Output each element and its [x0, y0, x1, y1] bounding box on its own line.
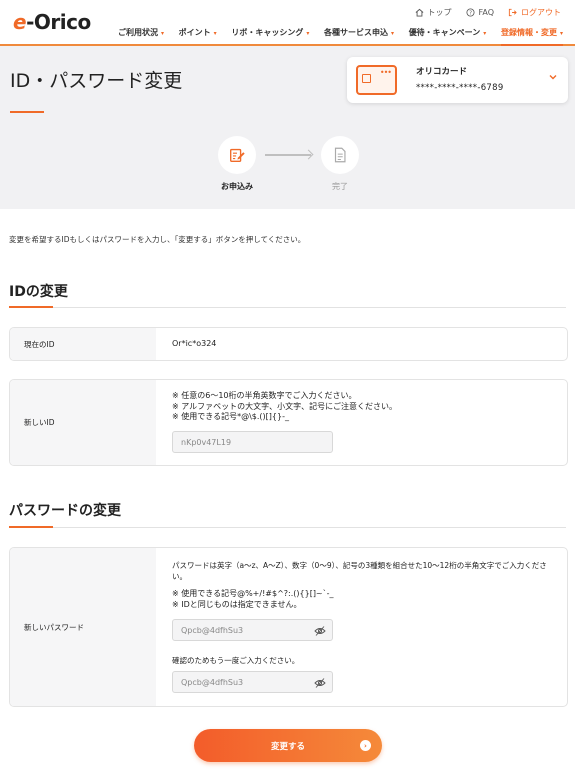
password-rules: パスワードは英字（a～z、A～Z）、数字（0～9）、記号の3種類を組合せた10～…	[172, 560, 562, 582]
logout-link-label: ログアウト	[521, 8, 561, 17]
step-apply	[218, 136, 256, 174]
top-link[interactable]: トップ	[415, 7, 452, 18]
nav-points[interactable]: ポイント ▾	[179, 27, 217, 46]
step-apply-label: お申込み	[221, 182, 253, 191]
new-id-placeholder: nKp0v47L19	[181, 437, 232, 447]
arrow-right-icon: ›	[360, 740, 371, 751]
nav-registration-change[interactable]: 登録情報・変更 ▾	[500, 27, 563, 46]
current-id-label: 現在のID	[10, 328, 156, 360]
document-icon	[334, 147, 346, 163]
card-dots: •••	[379, 68, 392, 77]
chevron-down-icon	[548, 73, 558, 84]
nav-revolving-cashing[interactable]: リボ・キャッシング ▾	[231, 27, 309, 46]
nav-label: リボ・キャッシング	[231, 28, 304, 37]
submit-change-button[interactable]: 変更する ›	[194, 729, 382, 762]
logout-link[interactable]: ログアウト	[508, 7, 561, 18]
new-password-row: 新しいパスワード パスワードは英字（a～z、A～Z）、数字（0～9）、記号の3種…	[9, 547, 568, 707]
chevron-down-icon: ▾	[306, 30, 310, 37]
logo-prefix: e	[13, 10, 27, 34]
svg-text:?: ?	[469, 11, 472, 17]
new-id-input[interactable]: nKp0v47L19	[172, 431, 333, 453]
site-header: e-Orico トップ ? FAQ ログアウト ご利用状況 ▾ ポイント ▾ リボ・…	[0, 0, 575, 46]
chevron-down-icon: ▾	[161, 30, 165, 37]
utility-links: トップ ? FAQ ログアウト	[415, 7, 561, 18]
password-section-title: パスワードの変更	[9, 503, 121, 519]
eorico-logo[interactable]: e-Orico	[13, 10, 91, 34]
password-notes: ※ 使用できる記号@%+/!#$^?:.(){}[]~`-_ ※ IDと同じもの…	[172, 589, 334, 610]
intro-text: 変更を希望するIDもしくはパスワードを入力し、「変更する」ボタンを押してください…	[9, 235, 306, 244]
top-link-label: トップ	[427, 8, 452, 17]
password-placeholder: Qpcb@4dfhSu3	[181, 625, 244, 635]
nav-label: 優待・キャンペーン	[408, 28, 481, 37]
note-line: ※ 使用できる記号*@\$.()[]{}-_	[172, 412, 289, 421]
eye-slash-icon[interactable]	[314, 625, 326, 637]
faq-link[interactable]: ? FAQ	[465, 7, 495, 18]
step-complete	[321, 136, 359, 174]
question-icon: ?	[465, 8, 475, 17]
progress-steps: お申込み 完了	[0, 136, 575, 196]
eye-slash-icon[interactable]	[314, 677, 326, 689]
chevron-down-icon: ▾	[213, 30, 217, 37]
current-id-value: Or*ic*o324	[172, 339, 217, 348]
nav-usage-status[interactable]: ご利用状況 ▾	[118, 27, 164, 46]
card-number: ****-****-****-6789	[416, 83, 504, 93]
faq-link-label: FAQ	[478, 8, 495, 17]
nav-service-application[interactable]: 各種サービス申込 ▾	[324, 27, 394, 46]
chevron-down-icon: ▾	[559, 30, 563, 37]
current-id-row: 現在のID Or*ic*o324	[9, 327, 568, 361]
card-name: オリコカード	[416, 67, 468, 77]
page-title: ID・パスワード変更	[10, 70, 183, 92]
confirm-password-label: 確認のためもう一度ご入力ください。	[172, 656, 300, 665]
chevron-down-icon: ▾	[483, 30, 487, 37]
note-line: ※ アルファベットの大文字、小文字、記号にご注意ください。	[172, 401, 398, 411]
nav-benefits-campaigns[interactable]: 優待・キャンペーン ▾	[409, 27, 487, 46]
global-nav: ご利用状況 ▾ ポイント ▾ リボ・キャッシング ▾ 各種サービス申込 ▾ 優待・キャン…	[118, 27, 563, 46]
section-divider	[9, 306, 566, 308]
nav-label: 登録情報・変更	[500, 28, 557, 37]
new-id-notes: ※ 任意の6～10桁の半角英数字でご入力ください。 ※ アルファベットの大文字、…	[172, 391, 397, 423]
submit-label: 変更する	[270, 741, 305, 752]
id-section-title: IDの変更	[9, 284, 68, 300]
nav-label: ポイント	[178, 28, 211, 37]
confirm-password-input[interactable]: Qpcb@4dfhSu3	[172, 671, 333, 693]
logout-icon	[508, 8, 517, 17]
confirm-placeholder: Qpcb@4dfhSu3	[181, 677, 244, 687]
card-chip-icon	[362, 74, 371, 83]
note-line: ※ 使用できる記号@%+/!#$^?:.(){}[]~`-_	[172, 589, 334, 598]
new-password-label: 新しいパスワード	[10, 548, 156, 706]
new-id-label: 新しいID	[10, 380, 156, 465]
rule-line: い。	[172, 572, 187, 581]
chevron-down-icon: ▾	[391, 30, 395, 37]
nav-label: ご利用状況	[118, 28, 158, 37]
credit-card-icon: •••	[356, 65, 397, 95]
home-icon	[415, 8, 423, 17]
note-line: ※ 任意の6～10桁の半角英数字でご入力ください。	[172, 391, 357, 400]
new-id-row: 新しいID ※ 任意の6～10桁の半角英数字でご入力ください。 ※ アルファベッ…	[9, 379, 568, 466]
card-selector[interactable]: ••• オリコカード ****-****-****-6789	[347, 57, 568, 103]
title-underline	[10, 111, 44, 113]
logo-text: -Orico	[26, 10, 91, 34]
section-divider	[9, 526, 566, 528]
step-arrow	[265, 154, 311, 156]
new-password-input[interactable]: Qpcb@4dfhSu3	[172, 619, 333, 641]
pencil-form-icon	[230, 148, 245, 162]
note-line: ※ IDと同じものは指定できません。	[172, 599, 302, 609]
rule-line: パスワードは英字（a～z、A～Z）、数字（0～9）、記号の3種類を組合せた10～…	[172, 561, 547, 570]
nav-label: 各種サービス申込	[324, 28, 389, 37]
step-complete-label: 完了	[332, 182, 348, 191]
